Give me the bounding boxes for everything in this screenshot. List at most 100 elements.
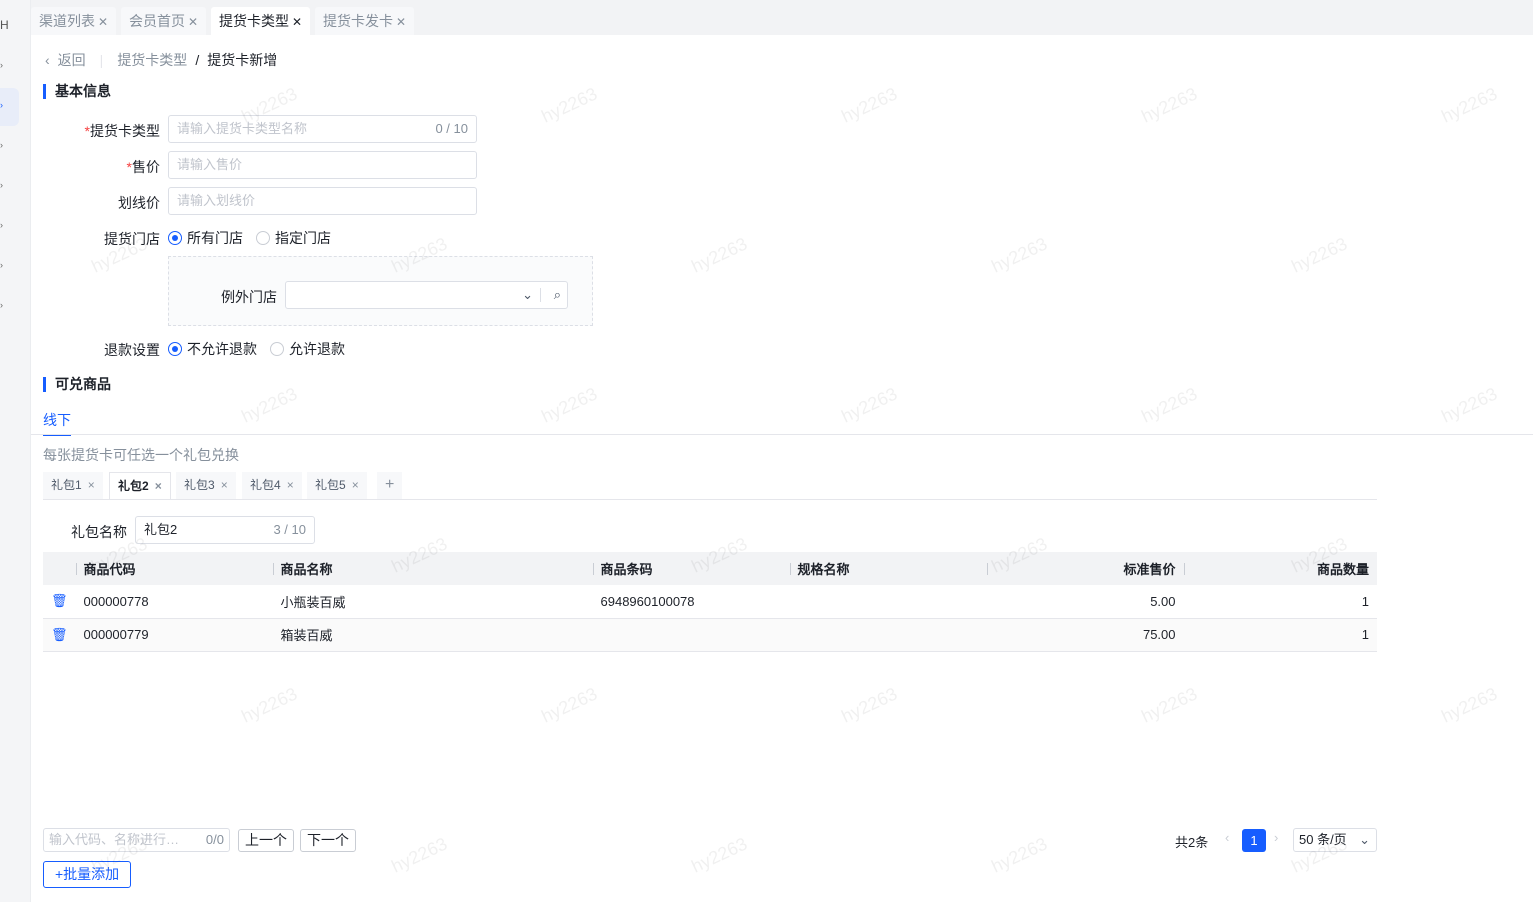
hint-text: 每张提货卡可任选一个礼包兑换 xyxy=(43,447,239,463)
watermark: hy2263 xyxy=(238,383,301,427)
sidebar: H › › › › › › › xyxy=(0,0,31,902)
goods-table: 商品代码 商品名称 商品条码 规格名称 标准售价 商品数量 🗑︎ 0000007… xyxy=(43,552,1377,652)
delete-icon[interactable]: 🗑︎ xyxy=(43,618,76,652)
page-tabs: 渠道列表 ✕ 会员首页 ✕ 提货卡类型 ✕ 提货卡发卡 ✕ xyxy=(31,0,1533,35)
pack-tab-active[interactable]: 礼包2 × xyxy=(109,472,171,499)
tab-card-issue[interactable]: 提货卡发卡 ✕ xyxy=(315,7,415,35)
watermark: hy2263 xyxy=(1138,683,1201,727)
tab-offline[interactable]: 线下 xyxy=(43,410,71,436)
close-icon[interactable]: ✕ xyxy=(188,15,198,29)
watermark: hy2263 xyxy=(838,383,901,427)
pack-name-input[interactable]: 礼包2 3 / 10 xyxy=(135,516,315,544)
watermark: hy2263 xyxy=(838,83,901,127)
tab-channel-list[interactable]: 渠道列表 ✕ xyxy=(31,7,117,35)
char-count: 0 / 10 xyxy=(435,121,468,136)
close-icon[interactable]: ✕ xyxy=(292,15,302,29)
cell-barcode xyxy=(592,618,790,652)
chevron-right-icon[interactable]: › xyxy=(0,140,3,150)
close-icon[interactable]: × xyxy=(352,478,359,492)
goods-search-input[interactable]: 输入代码、名称进行… 0/0 xyxy=(43,828,230,852)
col-header: 商品名称 xyxy=(280,562,333,577)
pack-tab[interactable]: 礼包5 × xyxy=(307,472,367,499)
watermark: hy2263 xyxy=(538,683,601,727)
tab-card-type[interactable]: 提货卡类型 ✕ xyxy=(211,7,311,35)
close-icon[interactable]: × xyxy=(221,478,228,492)
back-link[interactable]: 返回 xyxy=(58,50,86,70)
refund-label: 退款设置 xyxy=(104,342,160,358)
back-icon[interactable]: ‹ xyxy=(45,52,50,68)
cell-qty[interactable]: 1 xyxy=(1183,618,1377,652)
radio-allow-refund[interactable]: 允许退款 xyxy=(270,339,345,359)
page-size-select[interactable]: 50 条/页 ⌄ xyxy=(1293,828,1377,852)
close-icon[interactable]: × xyxy=(88,478,95,492)
card-type-input[interactable]: 请输入提货卡类型名称 0 / 10 xyxy=(168,115,477,143)
pack-tab[interactable]: 礼包4 × xyxy=(242,472,302,499)
radio-no-refund[interactable]: 不允许退款 xyxy=(168,339,257,359)
next-match-button[interactable]: 下一个 xyxy=(300,829,356,852)
prev-page-icon[interactable]: ‹ xyxy=(1225,830,1229,845)
watermark: hy2263 xyxy=(1138,383,1201,427)
watermark: hy2263 xyxy=(238,683,301,727)
except-store-select[interactable]: ⌄ ⌕ xyxy=(285,281,568,309)
pack-name-value: 礼包2 xyxy=(144,522,178,537)
store-label: 提货门店 xyxy=(104,231,160,247)
prev-match-button[interactable]: 上一个 xyxy=(238,829,294,852)
watermark: hy2263 xyxy=(538,383,601,427)
close-icon[interactable]: × xyxy=(287,478,294,492)
close-icon[interactable]: ✕ xyxy=(396,15,406,29)
cell-name: 小瓶装百威 xyxy=(272,585,593,619)
card-type-label: *提货卡类型 xyxy=(84,123,160,139)
section-basic-info: 基本信息 xyxy=(43,84,111,99)
watermark: hy2263 xyxy=(988,833,1051,877)
col-header: 商品条码 xyxy=(600,562,653,577)
section-goods: 可兑商品 xyxy=(43,377,111,392)
chevron-right-icon[interactable]: › xyxy=(0,300,3,310)
radio-all-stores[interactable]: 所有门店 xyxy=(168,228,243,248)
placeholder: 请输入售价 xyxy=(177,157,243,172)
price-input[interactable]: 请输入售价 xyxy=(168,151,477,179)
chevron-down-icon: ⌄ xyxy=(1359,832,1370,847)
radio-specific-stores[interactable]: 指定门店 xyxy=(256,228,331,248)
watermark: hy2263 xyxy=(1438,683,1501,727)
watermark: hy2263 xyxy=(988,233,1051,277)
breadcrumb-parent[interactable]: 提货卡类型 xyxy=(117,50,187,70)
tab-label: 提货卡发卡 xyxy=(323,13,393,29)
watermark: hy2263 xyxy=(1438,83,1501,127)
cell-spec xyxy=(789,585,987,619)
line-price-label: 划线价 xyxy=(118,195,160,211)
placeholder: 请输入划线价 xyxy=(177,193,256,208)
cell-price: 75.00 xyxy=(986,618,1184,652)
cell-price: 5.00 xyxy=(986,585,1184,619)
close-icon[interactable]: × xyxy=(155,479,162,493)
page-1[interactable]: 1 xyxy=(1242,829,1266,852)
char-count: 3 / 10 xyxy=(273,522,306,537)
add-pack-button[interactable]: + xyxy=(377,472,403,499)
chevron-down-icon: ⌄ xyxy=(522,287,533,302)
breadcrumb: ‹ 返回 | 提货卡类型 / 提货卡新增 xyxy=(45,50,278,70)
chevron-right-icon[interactable]: › xyxy=(0,260,3,270)
pack-tab[interactable]: 礼包3 × xyxy=(176,472,236,499)
table-row: 🗑︎ 000000779 箱装百威 75.00 1 xyxy=(43,618,1377,652)
pack-tab[interactable]: 礼包1 × xyxy=(43,472,103,499)
tab-member-home[interactable]: 会员首页 ✕ xyxy=(121,7,207,35)
search-icon[interactable]: ⌕ xyxy=(554,282,561,308)
chevron-right-icon[interactable]: › xyxy=(0,100,3,110)
watermark: hy2263 xyxy=(688,833,751,877)
chevron-right-icon[interactable]: › xyxy=(0,60,3,70)
watermark: hy2263 xyxy=(1138,83,1201,127)
watermark: hy2263 xyxy=(538,83,601,127)
match-count: 0/0 xyxy=(205,832,224,847)
chevron-right-icon[interactable]: › xyxy=(0,220,3,230)
col-header: 标准售价 xyxy=(1123,562,1176,577)
cell-name: 箱装百威 xyxy=(272,618,593,652)
breadcrumb-current: 提货卡新增 xyxy=(207,52,278,68)
next-page-icon[interactable]: › xyxy=(1274,830,1278,845)
chevron-right-icon[interactable]: › xyxy=(0,180,3,190)
delete-icon[interactable]: 🗑︎ xyxy=(43,585,76,619)
watermark: hy2263 xyxy=(1438,383,1501,427)
close-icon[interactable]: ✕ xyxy=(98,15,108,29)
line-price-input[interactable]: 请输入划线价 xyxy=(168,187,477,215)
cell-qty[interactable]: 1 xyxy=(1183,585,1377,619)
watermark: hy2263 xyxy=(1288,233,1351,277)
batch-add-button[interactable]: +批量添加 xyxy=(43,861,132,888)
